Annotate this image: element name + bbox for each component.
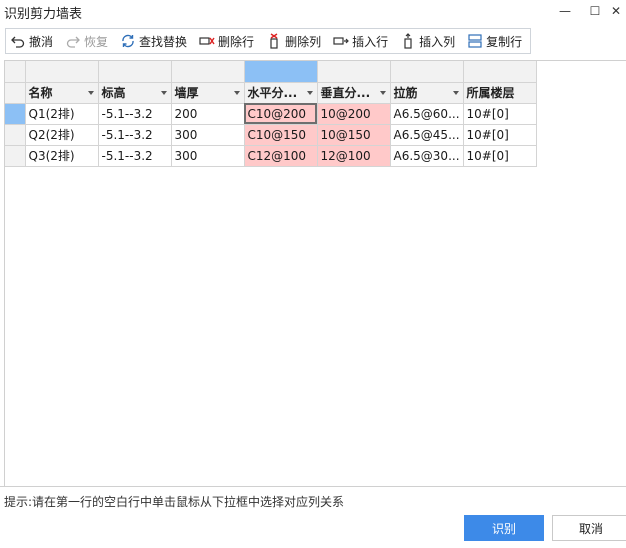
table-cell[interactable]: Q1(2排) bbox=[25, 103, 99, 125]
table-cell[interactable]: 10#[0] bbox=[463, 124, 537, 146]
table-cell[interactable]: 300 bbox=[171, 124, 245, 146]
table-row: Q2(2排) -5.1--3.2 300 C10@150 10@150 A6.5… bbox=[5, 124, 537, 146]
row-header[interactable] bbox=[5, 124, 26, 146]
dropdown-arrow-icon[interactable] bbox=[160, 90, 167, 95]
undo-button[interactable]: 撤消 bbox=[6, 29, 57, 53]
minimize-button[interactable]: — bbox=[550, 0, 580, 22]
table-cell[interactable]: 10#[0] bbox=[463, 145, 537, 167]
column-selector-cell[interactable] bbox=[463, 61, 537, 83]
redo-label: 恢复 bbox=[84, 34, 109, 49]
dropdown-arrow-icon[interactable] bbox=[233, 90, 240, 95]
header-row: 名称 标高 墙厚 水平分... 垂直分... 拉筋 所属楼层 bbox=[5, 82, 537, 104]
recognize-button[interactable]: 识别 bbox=[464, 515, 544, 541]
table-cell[interactable]: 12@100 bbox=[317, 145, 391, 167]
insert-row-button[interactable]: 插入行 bbox=[329, 29, 392, 53]
column-header[interactable]: 水平分... bbox=[244, 82, 318, 104]
copy-row-button[interactable]: 复制行 bbox=[463, 29, 526, 53]
table-cell[interactable]: Q2(2排) bbox=[25, 124, 99, 146]
table-cell[interactable]: 300 bbox=[171, 145, 245, 167]
close-button[interactable]: ✕ bbox=[606, 0, 626, 22]
table-cell[interactable]: 200 bbox=[171, 103, 245, 125]
column-header[interactable]: 墙厚 bbox=[171, 82, 245, 104]
table-row: Q1(2排) -5.1--3.2 200 C10@200 10@200 A6.5… bbox=[5, 103, 537, 125]
row-header[interactable] bbox=[5, 103, 26, 125]
column-header[interactable]: 拉筋 bbox=[390, 82, 464, 104]
table-cell[interactable]: 10@200 bbox=[317, 103, 391, 125]
column-selector-cell[interactable] bbox=[390, 61, 464, 83]
insert-col-button[interactable]: 插入列 bbox=[396, 29, 459, 53]
table-cell[interactable]: A6.5@30... bbox=[390, 145, 464, 167]
dropdown-arrow-icon[interactable] bbox=[87, 90, 94, 95]
redo-button[interactable]: 恢复 bbox=[61, 29, 112, 53]
table-cell[interactable]: 10@150 bbox=[317, 124, 391, 146]
table-row: Q3(2排) -5.1--3.2 300 C12@100 12@100 A6.5… bbox=[5, 145, 537, 167]
delete-row-icon bbox=[199, 33, 215, 49]
dropdown-arrow-icon[interactable] bbox=[452, 90, 459, 95]
copy-row-label: 复制行 bbox=[486, 34, 523, 49]
title-bar: 识别剪力墙表 — ☐ ✕ bbox=[0, 0, 626, 24]
column-selector-cell[interactable] bbox=[171, 61, 245, 83]
column-selector-cell[interactable] bbox=[317, 61, 391, 83]
delete-col-label: 删除列 bbox=[285, 34, 322, 49]
undo-icon bbox=[10, 33, 26, 49]
delete-row-label: 删除行 bbox=[218, 34, 255, 49]
table-cell[interactable]: -5.1--3.2 bbox=[98, 124, 172, 146]
corner-cell bbox=[5, 61, 26, 83]
table-cell[interactable]: -5.1--3.2 bbox=[98, 145, 172, 167]
column-selector-cell[interactable] bbox=[98, 61, 172, 83]
window-title: 识别剪力墙表 bbox=[4, 7, 83, 22]
delete-col-icon bbox=[266, 33, 282, 49]
undo-label: 撤消 bbox=[29, 34, 54, 49]
insert-col-label: 插入列 bbox=[419, 34, 456, 49]
find-replace-icon bbox=[120, 33, 136, 49]
hint-text: 提示:请在第一行的空白行中单击鼠标从下拉框中选择对应列关系 bbox=[4, 495, 345, 509]
column-selector-cell[interactable] bbox=[25, 61, 99, 83]
wall-table: 名称 标高 墙厚 水平分... 垂直分... 拉筋 所属楼层 Q1(2排) -5… bbox=[5, 61, 537, 167]
column-header[interactable]: 垂直分... bbox=[317, 82, 391, 104]
table-cell[interactable]: A6.5@45... bbox=[390, 124, 464, 146]
column-header[interactable]: 标高 bbox=[98, 82, 172, 104]
delete-col-button[interactable]: 删除列 bbox=[262, 29, 325, 53]
column-header[interactable]: 所属楼层 bbox=[463, 82, 537, 104]
cancel-button[interactable]: 取消 bbox=[552, 515, 626, 541]
table-cell[interactable]: A6.5@60... bbox=[390, 103, 464, 125]
delete-row-button[interactable]: 删除行 bbox=[195, 29, 258, 53]
table-cell[interactable]: C12@100 bbox=[244, 145, 318, 167]
copy-row-icon bbox=[467, 33, 483, 49]
header-row-marker bbox=[5, 82, 26, 104]
find-replace-label: 查找替换 bbox=[139, 34, 188, 49]
table-cell[interactable]: C10@150 bbox=[244, 124, 318, 146]
table-cell[interactable]: Q3(2排) bbox=[25, 145, 99, 167]
table-cell[interactable]: -5.1--3.2 bbox=[98, 103, 172, 125]
dropdown-arrow-icon[interactable] bbox=[379, 90, 386, 95]
find-replace-button[interactable]: 查找替换 bbox=[116, 29, 191, 53]
column-selector-row bbox=[5, 61, 537, 83]
column-selector-cell-selected[interactable] bbox=[244, 61, 318, 83]
insert-col-icon bbox=[400, 33, 416, 49]
toolbar: 撤消 恢复 查找替换 删除行 删除列 插入行 插入列 复制行 bbox=[5, 28, 531, 54]
redo-icon bbox=[65, 33, 81, 49]
dropdown-arrow-icon[interactable] bbox=[306, 90, 313, 95]
divider bbox=[0, 486, 626, 487]
wall-table-grid[interactable]: 名称 标高 墙厚 水平分... 垂直分... 拉筋 所属楼层 Q1(2排) -5… bbox=[4, 60, 626, 486]
row-header[interactable] bbox=[5, 145, 26, 167]
table-cell[interactable]: 10#[0] bbox=[463, 103, 537, 125]
table-cell-focused[interactable]: C10@200 bbox=[244, 103, 318, 125]
column-header[interactable]: 名称 bbox=[25, 82, 99, 104]
insert-row-icon bbox=[333, 33, 349, 49]
insert-row-label: 插入行 bbox=[352, 34, 389, 49]
